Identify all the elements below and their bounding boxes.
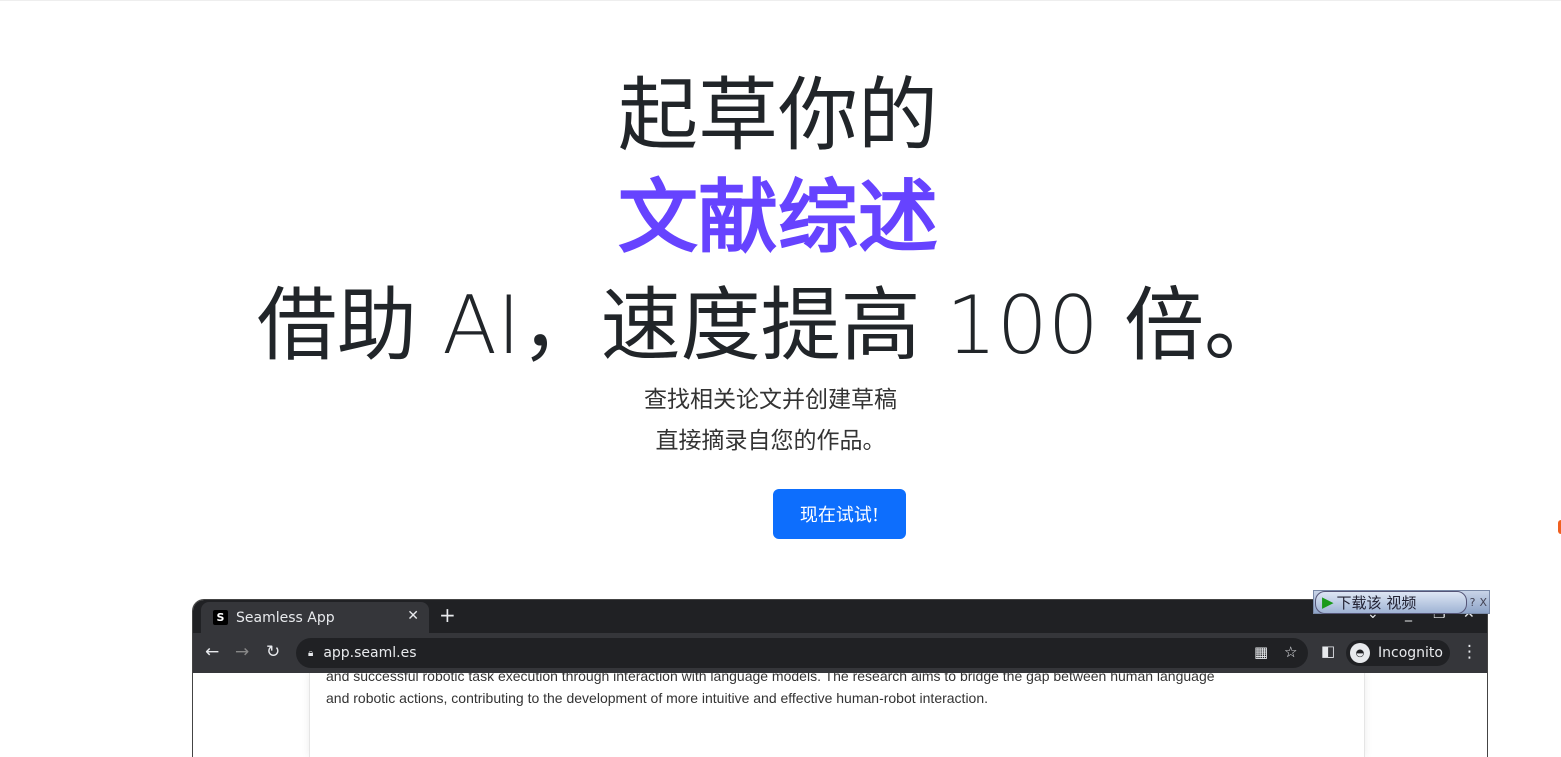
- browser-toolbar: ← → ↻ 🔒︎ app.seaml.es ▦ ☆ ◧ ◓ Incognito …: [193, 633, 1487, 673]
- hero-subtitle-2: 直接摘录自您的作品。: [655, 428, 886, 454]
- address-bar[interactable]: 🔒︎ app.seaml.es ▦ ☆: [296, 638, 1308, 668]
- browser-screenshot: S Seamless App ✕ + ⌄ _ ❐ ✕ ← → ↻ 🔒︎ app.…: [192, 599, 1488, 757]
- document-panel: and successful robotic task execution th…: [309, 673, 1365, 757]
- side-panel-icon[interactable]: ◧: [1321, 642, 1335, 660]
- incognito-icon: ◓: [1350, 643, 1370, 663]
- download-label: 下载该 视频: [1336, 593, 1417, 612]
- close-tab-icon[interactable]: ✕: [407, 608, 419, 624]
- tab-bar: S Seamless App ✕ + ⌄ _ ❐ ✕: [193, 600, 1487, 633]
- forward-icon[interactable]: →: [235, 642, 249, 662]
- help-icon[interactable]: ?: [1470, 596, 1476, 609]
- hero-title-highlight: 文献综述: [618, 171, 938, 264]
- incognito-profile[interactable]: ◓ Incognito: [1346, 640, 1450, 666]
- lock-icon: 🔒︎: [308, 647, 314, 659]
- top-divider: [0, 0, 1561, 1]
- tab-title: Seamless App: [236, 609, 335, 626]
- try-now-button[interactable]: 现在试试!: [773, 489, 906, 539]
- back-icon[interactable]: ←: [205, 642, 219, 662]
- content-line: and successful robotic task execution th…: [326, 673, 1215, 684]
- menu-icon[interactable]: ⋮: [1461, 642, 1478, 662]
- bookmark-star-icon[interactable]: ☆: [1284, 643, 1297, 661]
- video-download-overlay: ▶ 下载该 视频 ? X: [1313, 590, 1490, 614]
- page-content: and successful robotic task execution th…: [193, 673, 1487, 757]
- new-tab-icon[interactable]: +: [439, 603, 456, 627]
- close-overlay-icon[interactable]: X: [1479, 596, 1487, 609]
- hero-title-line3: 借助 AI，速度提高 100 倍。: [256, 279, 1285, 372]
- url-text: app.seaml.es: [323, 645, 417, 661]
- hero-title-line1: 起草你的: [618, 69, 938, 162]
- profile-label: Incognito: [1378, 645, 1443, 661]
- favicon-icon: S: [213, 610, 228, 625]
- content-line: and robotic actions, contributing to the…: [326, 690, 989, 706]
- download-video-button[interactable]: ▶ 下载该 视频: [1315, 590, 1467, 614]
- browser-tab[interactable]: S Seamless App ✕: [201, 602, 429, 633]
- reload-icon[interactable]: ↻: [266, 642, 280, 662]
- qr-code-icon[interactable]: ▦: [1254, 643, 1268, 661]
- hero-subtitle-1: 查找相关论文并创建草稿: [644, 387, 897, 413]
- play-icon: ▶: [1322, 593, 1334, 611]
